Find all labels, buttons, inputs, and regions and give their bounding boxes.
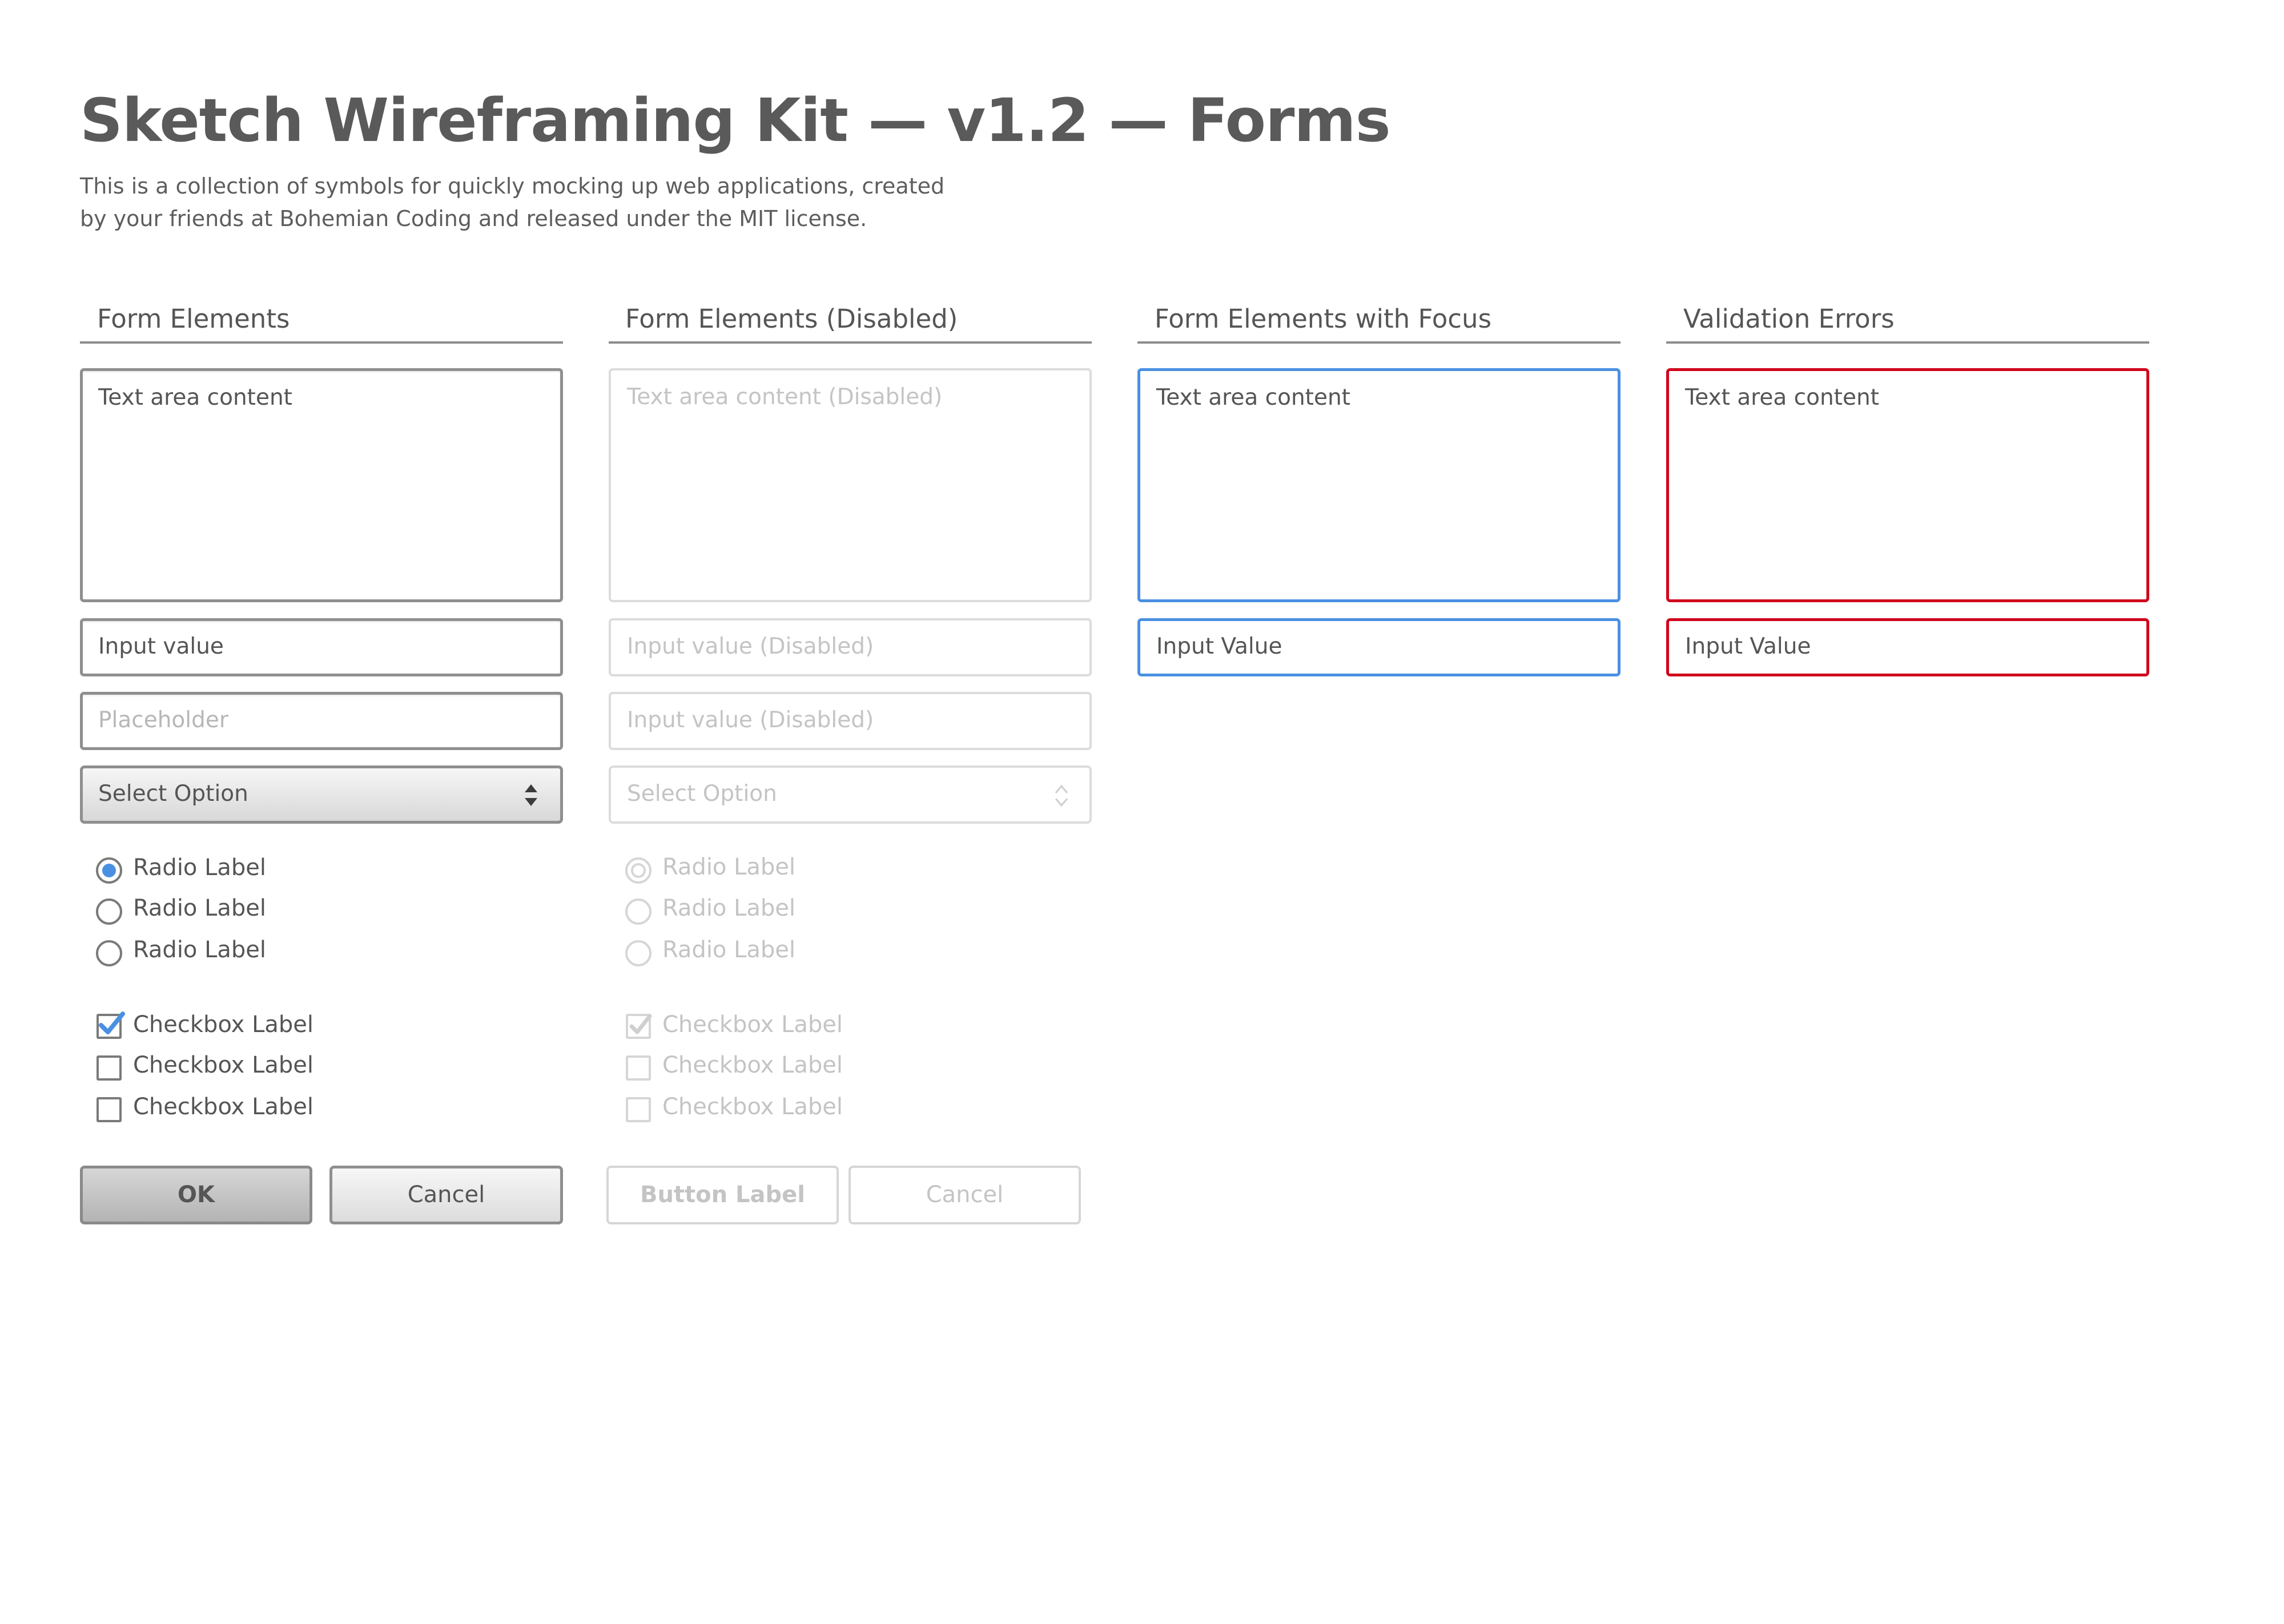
select-dropdown-disabled: Select Option bbox=[609, 765, 1092, 824]
radio-selected-dot bbox=[102, 864, 116, 877]
section-divider bbox=[1137, 341, 1620, 344]
placeholder-input[interactable]: Placeholder bbox=[80, 692, 563, 750]
section-title-disabled: Form Elements (Disabled) bbox=[625, 304, 958, 334]
ok-button[interactable]: OK bbox=[80, 1166, 312, 1224]
select-arrows-icon bbox=[525, 784, 537, 806]
textarea-focused[interactable]: Text area content bbox=[1137, 368, 1620, 602]
text-input-disabled: Input value (Disabled) bbox=[609, 692, 1092, 750]
section-title-form-elements: Form Elements bbox=[97, 304, 290, 334]
checkbox-label: Checkbox Label bbox=[133, 1012, 313, 1038]
page-description: This is a collection of symbols for quic… bbox=[80, 174, 945, 231]
select-value: Select Option bbox=[627, 781, 777, 807]
section-title-focus: Form Elements with Focus bbox=[1155, 304, 1492, 334]
checkbox-label: Checkbox Label bbox=[662, 1052, 843, 1078]
text-input-focused[interactable]: Input Value bbox=[1137, 618, 1620, 676]
radio-button-1-disabled bbox=[625, 857, 652, 884]
checkbox-2[interactable] bbox=[96, 1055, 122, 1081]
input-value: Input Value bbox=[1156, 634, 1282, 659]
radio-button-2[interactable] bbox=[96, 898, 122, 925]
checkbox-label: Checkbox Label bbox=[662, 1094, 843, 1120]
input-value: Input value (Disabled) bbox=[627, 634, 874, 659]
input-value: Input value (Disabled) bbox=[627, 707, 874, 733]
textarea-error[interactable]: Text area content bbox=[1666, 368, 2149, 602]
checkbox-2-disabled bbox=[626, 1055, 651, 1081]
radio-label: Radio Label bbox=[662, 895, 796, 921]
select-value: Select Option bbox=[98, 781, 248, 807]
input-value: Input value bbox=[98, 634, 224, 659]
textarea-content: Text area content (Disabled) bbox=[627, 384, 943, 410]
checkbox-label: Checkbox Label bbox=[133, 1052, 313, 1078]
checkbox-3[interactable] bbox=[96, 1097, 122, 1122]
textarea[interactable]: Text area content bbox=[80, 368, 563, 602]
radio-label: Radio Label bbox=[133, 895, 267, 921]
radio-button-3-disabled bbox=[625, 940, 652, 966]
cancel-button[interactable]: Cancel bbox=[329, 1166, 563, 1224]
checkbox-3-disabled bbox=[626, 1097, 651, 1122]
textarea-content: Text area content bbox=[1685, 385, 1879, 410]
text-input-error[interactable]: Input Value bbox=[1666, 618, 2149, 676]
radio-button-1[interactable] bbox=[96, 857, 122, 884]
section-divider bbox=[1666, 341, 2149, 344]
radio-label: Radio Label bbox=[662, 937, 796, 963]
cancel-button-disabled: Cancel bbox=[849, 1166, 1081, 1224]
checkbox-1-disabled bbox=[626, 1014, 652, 1039]
section-title-validation-errors: Validation Errors bbox=[1683, 304, 1895, 334]
textarea-content: Text area content bbox=[1156, 385, 1350, 410]
select-arrows-icon bbox=[1055, 784, 1068, 807]
checkmark-icon bbox=[629, 1014, 652, 1034]
section-divider bbox=[609, 341, 1092, 344]
button-disabled: Button Label bbox=[606, 1166, 839, 1224]
radio-label: Radio Label bbox=[133, 937, 267, 963]
radio-button-3[interactable] bbox=[96, 940, 122, 966]
radio-label: Radio Label bbox=[662, 854, 796, 880]
input-value: Input Value bbox=[1685, 634, 1811, 659]
radio-selected-dot bbox=[631, 863, 646, 878]
textarea-disabled: Text area content (Disabled) bbox=[609, 368, 1092, 602]
textarea-content: Text area content bbox=[98, 385, 292, 410]
input-placeholder: Placeholder bbox=[98, 707, 228, 733]
checkbox-label: Checkbox Label bbox=[133, 1094, 313, 1120]
section-divider bbox=[80, 341, 563, 344]
checkbox-1[interactable] bbox=[96, 1012, 125, 1039]
radio-label: Radio Label bbox=[133, 855, 267, 881]
text-input-disabled: Input value (Disabled) bbox=[609, 618, 1092, 676]
text-input[interactable]: Input value bbox=[80, 618, 563, 676]
checkmark-icon bbox=[99, 1012, 125, 1034]
checkbox-label: Checkbox Label bbox=[662, 1012, 843, 1038]
radio-button-2-disabled bbox=[625, 898, 652, 925]
select-dropdown[interactable]: Select Option bbox=[80, 765, 563, 824]
page-title: Sketch Wireframing Kit — v1.2 — Forms bbox=[80, 86, 1391, 155]
